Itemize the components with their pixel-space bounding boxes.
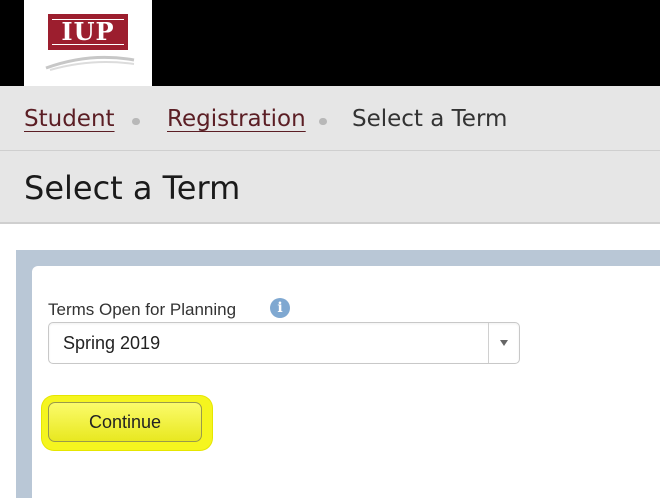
term-field-label: Terms Open for Planning	[48, 300, 237, 319]
breadcrumb: Student Registration Select a Term	[0, 86, 660, 151]
logo-swoosh-icon	[45, 55, 135, 71]
breadcrumb-separator	[319, 118, 327, 125]
top-header: IUP	[0, 0, 660, 86]
breadcrumb-student-link[interactable]: Student	[24, 106, 115, 132]
content-area: Terms Open for Planning i Spring 2019 Co…	[16, 250, 660, 498]
term-selection-panel: Terms Open for Planning i Spring 2019 Co…	[32, 266, 660, 498]
term-select-value: Spring 2019	[63, 333, 161, 353]
continue-highlight: Continue	[42, 396, 212, 450]
page-title: Select a Term	[24, 169, 241, 207]
breadcrumb-registration-link[interactable]: Registration	[167, 106, 306, 132]
logo[interactable]: IUP	[24, 0, 152, 86]
breadcrumb-separator	[132, 118, 140, 125]
continue-button[interactable]: Continue	[48, 402, 202, 442]
info-icon[interactable]: i	[270, 298, 290, 318]
logo-wordmark: IUP	[48, 14, 128, 50]
title-bar: Select a Term	[0, 151, 660, 224]
breadcrumb-current: Select a Term	[352, 106, 508, 132]
chevron-down-icon[interactable]	[488, 323, 519, 363]
term-select[interactable]: Spring 2019	[48, 322, 520, 364]
